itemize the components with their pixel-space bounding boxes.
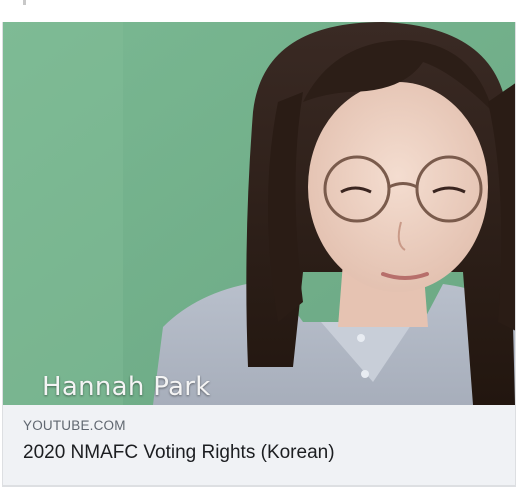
video-caption-overlay: Hannah Park [42,372,211,402]
link-title[interactable]: 2020 NMAFC Voting Rights (Korean) [23,442,515,465]
link-source-domain: YOUTUBE.COM [23,418,126,433]
thumbnail-image [3,22,515,405]
divider-mark [23,0,26,5]
video-thumbnail[interactable]: Hannah Park [3,22,515,405]
link-preview-footer[interactable]: YOUTUBE.COM 2020 NMAFC Voting Rights (Ko… [3,405,515,485]
link-preview-card[interactable]: Hannah Park YOUTUBE.COM 2020 NMAFC Votin… [2,22,516,486]
link-preview-post: Hannah Park YOUTUBE.COM 2020 NMAFC Votin… [0,0,518,490]
card-bottom-border [2,486,516,487]
post-top-strip [0,0,518,22]
